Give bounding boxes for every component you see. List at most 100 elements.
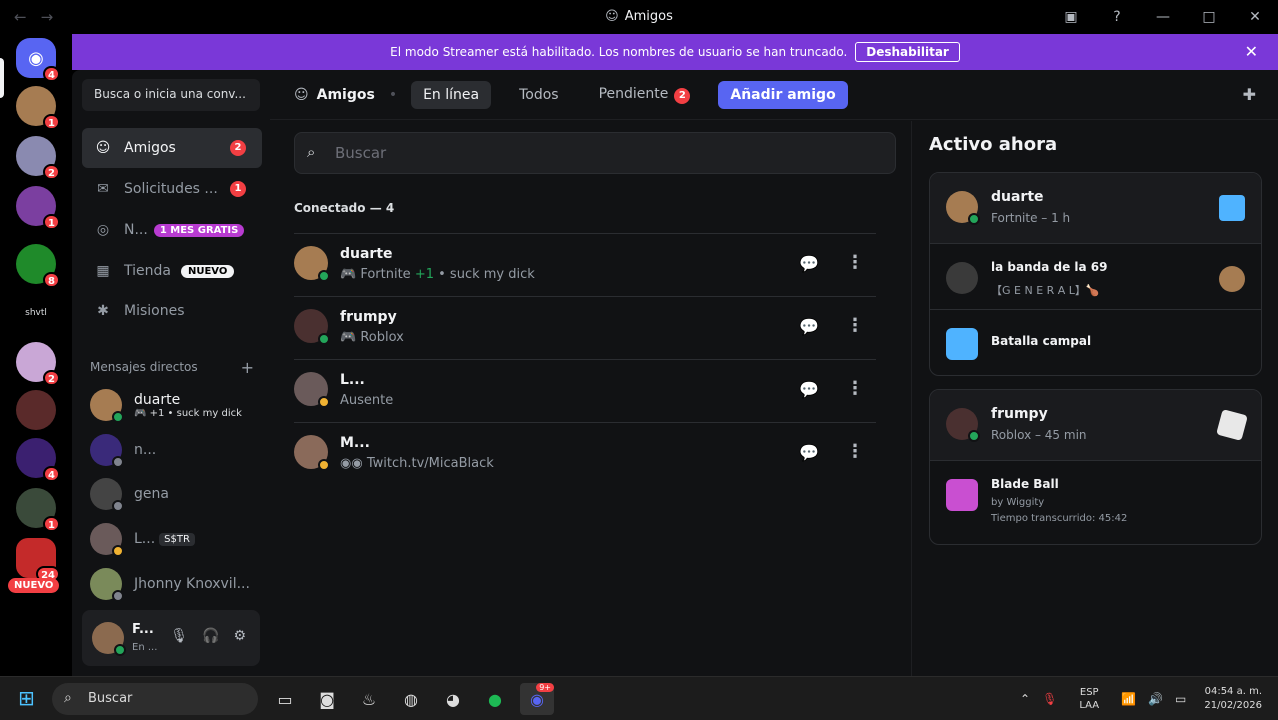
close-button[interactable]: ✕ <box>1232 9 1278 25</box>
nitro-icon: ◎ <box>96 222 110 238</box>
taskbar-search[interactable]: ⌕ Buscar <box>52 683 258 715</box>
friend-row[interactable]: duarte 🎮 Fortnite +1 • suck my dick 💬 ⋮ <box>294 233 876 296</box>
taskbar: ⊞ ⌕ Buscar ▭ ◙ ♨ ◍ ◕ ● ◉ 9+ ⌃ 🎙 ESP LAA 📶… <box>0 676 1278 720</box>
add-dm-icon[interactable]: + <box>241 358 254 377</box>
voice-channel-row[interactable]: la banda de la 69 【G E N E R A L】🍗 <box>930 243 1261 309</box>
camera-icon[interactable]: ◙ <box>310 683 344 715</box>
activity-row[interactable]: Blade Ball by Wiggity Tiempo transcurrid… <box>930 460 1261 544</box>
server-tag: S$TR <box>159 532 195 546</box>
server-icon[interactable]: 1 <box>16 86 60 130</box>
obs-icon[interactable]: ◍ <box>394 683 428 715</box>
conversation-search[interactable]: Busca o inicia una conv... <box>82 79 260 111</box>
status-idle <box>318 396 330 408</box>
volume-icon[interactable]: 🔊 <box>1148 692 1163 706</box>
nav-item-nitro[interactable]: ◎ N... 1 MES GRATIS <box>82 210 262 250</box>
battery-icon[interactable]: ▭ <box>1175 692 1186 706</box>
server-icon[interactable]: 2 <box>16 342 60 386</box>
status-online <box>318 270 330 282</box>
dm-item[interactable]: Jhonny Knoxvil... <box>82 563 262 605</box>
fortnite-icon <box>1219 195 1245 221</box>
microphone-icon[interactable]: 🎙 <box>1042 692 1057 706</box>
gear-icon[interactable]: ⚙ <box>233 628 246 644</box>
user-name[interactable]: F... <box>132 622 154 637</box>
user-avatar[interactable] <box>92 622 126 656</box>
more-options-icon[interactable]: ⋮ <box>846 252 864 273</box>
active-now-panel: Activo ahora duarte Fortnite – 1 h la ba… <box>912 121 1278 676</box>
message-icon[interactable]: 💬 <box>798 254 820 276</box>
maximize-button[interactable]: □ <box>1186 9 1232 25</box>
steam-icon[interactable]: ♨ <box>352 683 386 715</box>
disable-streamer-button[interactable]: Deshabilitar <box>855 42 960 62</box>
activity-card[interactable]: duarte Fortnite – 1 h la banda de la 69 … <box>929 172 1262 376</box>
message-icon[interactable]: 💬 <box>798 317 820 339</box>
message-icon[interactable]: 💬 <box>798 443 820 465</box>
server-icon[interactable] <box>16 390 56 430</box>
server-icon[interactable]: 4 <box>16 438 60 482</box>
avatar <box>946 408 980 442</box>
friends-icon: ☺ <box>294 86 309 103</box>
more-options-icon[interactable]: ⋮ <box>846 315 864 336</box>
dm-item[interactable]: L... S$TR <box>82 518 262 560</box>
status-offline <box>112 590 124 602</box>
separator: • <box>388 86 398 103</box>
nav-item-shop[interactable]: ▦ Tienda NUEVO <box>82 251 262 291</box>
server-icon[interactable]: 2 <box>16 136 60 180</box>
minimize-button[interactable]: — <box>1140 9 1186 25</box>
spotify-icon[interactable]: ● <box>478 683 512 715</box>
user-status: En ... <box>132 642 158 653</box>
clock[interactable]: 04:54 a. m. 21/02/2026 <box>1204 685 1262 713</box>
message-icon[interactable]: 💬 <box>798 380 820 402</box>
nav-item-quests[interactable]: ✱ Misiones <box>82 291 262 331</box>
close-icon[interactable]: ✕ <box>1245 42 1258 61</box>
friends-icon: ☺ <box>95 140 111 156</box>
windows-start-icon[interactable]: ⊞ <box>18 686 35 710</box>
discord-icon[interactable]: ◉ 9+ <box>520 683 554 715</box>
activity-row[interactable]: Batalla campal <box>930 309 1261 375</box>
server-icon[interactable]: 24 <box>16 538 60 582</box>
file-explorer-icon[interactable]: ▭ <box>268 683 302 715</box>
server-name-text[interactable]: shvtl <box>0 308 72 318</box>
tab-pending[interactable]: Pendiente 2 <box>587 80 703 110</box>
new-group-dm-icon[interactable]: ✚ <box>1243 85 1256 104</box>
inbox-icon[interactable]: ▣ <box>1048 9 1094 25</box>
friend-row[interactable]: M... ◉◉ Twitch.tv/MicaBlack 💬 ⋮ <box>294 422 876 485</box>
server-icon[interactable]: 1 <box>16 488 60 532</box>
language-indicator[interactable]: ESP LAA <box>1079 686 1099 712</box>
more-options-icon[interactable]: ⋮ <box>846 378 864 399</box>
server-icon[interactable]: 1 <box>16 186 60 230</box>
status-online <box>318 333 330 345</box>
friends-list: ⌕ Buscar Conectado — 4 duarte 🎮 Fortnite… <box>270 121 912 676</box>
friend-row[interactable]: L... Ausente 💬 ⋮ <box>294 359 876 422</box>
nav-item-friends[interactable]: ☺ Amigos 2 <box>82 128 262 168</box>
avatar <box>294 435 330 471</box>
microphone-icon[interactable]: 🎙 <box>170 628 188 644</box>
dm-header: Mensajes directos + <box>90 358 254 377</box>
friends-search-input[interactable]: ⌕ Buscar <box>294 132 896 174</box>
count-badge: 1 <box>230 181 246 197</box>
game-icon <box>946 479 978 511</box>
avatar <box>294 309 330 345</box>
tab-online[interactable]: En línea <box>411 80 492 109</box>
activity-card[interactable]: frumpy Roblox – 45 min Blade Ball by Wig… <box>929 389 1262 545</box>
headphones-icon[interactable]: 🎧 <box>202 628 219 644</box>
chrome-icon[interactable]: ◕ <box>436 683 470 715</box>
dm-item[interactable]: duarte 🎮 +1 • suck my dick <box>82 384 262 426</box>
home-button[interactable]: ◉ 4 <box>16 38 60 82</box>
friend-row[interactable]: frumpy 🎮 Roblox 💬 ⋮ <box>294 296 876 359</box>
wifi-icon[interactable]: 📶 <box>1121 692 1136 706</box>
status-online <box>112 411 124 423</box>
avatar <box>90 478 124 512</box>
more-options-icon[interactable]: ⋮ <box>846 441 864 462</box>
nav-item-requests[interactable]: ✉ Solicitudes ... 1 <box>82 169 262 209</box>
server-list: ◉ 4 1 2 1 8 shvtl 2 4 1 24 NUEVO <box>0 34 72 676</box>
add-friend-button[interactable]: Añadir amigo <box>718 80 848 109</box>
count-badge: 2 <box>230 140 246 156</box>
status-idle <box>318 459 330 471</box>
server-icon[interactable]: 8 <box>16 244 60 288</box>
friends-toolbar: ☺ Amigos • En línea Todos Pendiente 2 Aña… <box>270 70 1278 120</box>
help-icon[interactable]: ? <box>1094 9 1140 25</box>
tab-all[interactable]: Todos <box>507 81 570 109</box>
dm-item[interactable]: gena <box>82 473 262 515</box>
dm-item[interactable]: n... <box>82 429 262 471</box>
chevron-up-icon[interactable]: ⌃ <box>1020 692 1030 706</box>
